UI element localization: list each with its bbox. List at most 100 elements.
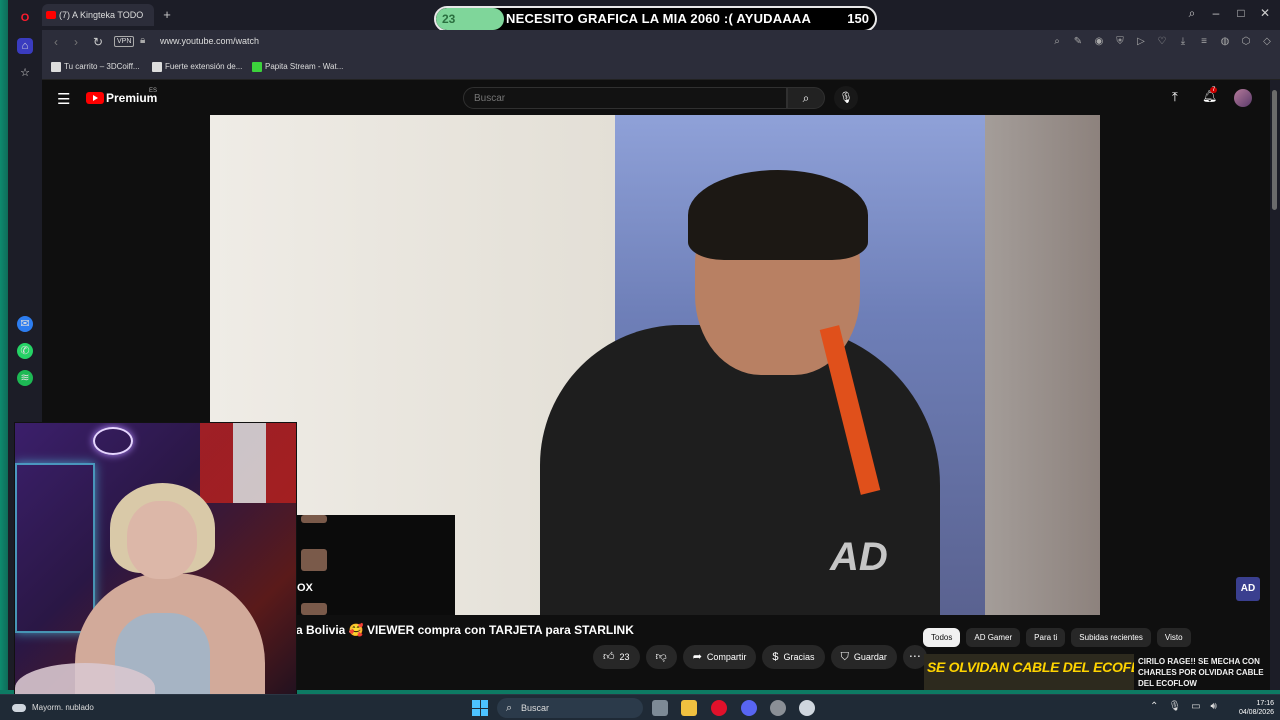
edit-icon[interactable]: ✎ [1071, 34, 1085, 50]
url-field[interactable]: www.youtube.com/watch [160, 36, 259, 46]
taskbar-search[interactable]: Buscar [497, 698, 643, 718]
settings-icon[interactable] [799, 700, 815, 716]
avatar[interactable] [1234, 89, 1252, 107]
camera-icon[interactable]: ◉ [1092, 34, 1106, 50]
video-watermark: AD [830, 535, 888, 579]
filter-for-you[interactable]: Para ti [1026, 628, 1066, 647]
goal-total: 150 [847, 11, 869, 26]
mic-tray-icon[interactable]: 🎙︎ [1168, 701, 1181, 712]
discord-icon[interactable] [741, 700, 757, 716]
recommendation-filters: Todos AD Gamer Para ti Subidas recientes… [923, 628, 1191, 647]
video-actions: 👍︎ 23 👎︎ ➦ Compartir $ Gracias ⛉ Guardar ⋯ [593, 645, 927, 669]
share-icon: ➦ [692, 651, 702, 663]
tab-youtube[interactable]: (7) A Kingteka TODO [42, 4, 154, 26]
lock-icon[interactable]: 🔒︎ [140, 35, 145, 46]
opera-logo-icon[interactable]: O [17, 10, 33, 26]
clock-date: 04/08/2026 [1238, 709, 1274, 716]
cam-neon-sign [93, 427, 133, 455]
scrollbar-thumb[interactable] [1272, 90, 1277, 210]
windows-start-icon[interactable] [472, 700, 488, 716]
filter-watched[interactable]: Visto [1156, 628, 1191, 647]
search-tabs-icon[interactable]: ⌕ [1183, 6, 1201, 21]
video-wall-right [985, 115, 1100, 615]
address-bar: ‹ › ↻ VPN 🔒︎ www.youtube.com/watch ⌕ ✎ ◉… [42, 30, 1280, 56]
video-title: a Bolivia 🥰 VIEWER compra con TARJETA pa… [296, 623, 634, 637]
chevron-up-icon[interactable]: ⌃ [1150, 701, 1158, 712]
reload-icon[interactable]: ↻ [90, 35, 106, 49]
filter-all[interactable]: Todos [923, 628, 961, 647]
filter-ad-gamer[interactable]: AD Gamer [966, 628, 1021, 647]
network-icon[interactable]: ▭ [1191, 701, 1200, 712]
new-tab-button[interactable]: + [160, 8, 174, 22]
microphone-icon[interactable]: 🎙︎ [834, 86, 858, 110]
thanks-button[interactable]: $ Gracias [762, 645, 825, 669]
minimize-button[interactable]: – [1207, 6, 1225, 20]
file-explorer-icon[interactable] [681, 700, 697, 716]
youtube-logo-icon[interactable] [86, 92, 104, 104]
page-scrollbar[interactable] [1270, 80, 1280, 690]
download-icon[interactable]: ⤓ [1176, 34, 1190, 50]
channel-corner-logo[interactable]: AD [1236, 577, 1260, 601]
shield-icon[interactable]: ⛨ [1113, 34, 1127, 50]
vpn-badge[interactable]: VPN [114, 36, 135, 47]
youtube-header: ☰ Premium ES ⌕ 🎙︎ ⤒ 🔔︎ 7 [42, 80, 1270, 115]
save-button[interactable]: ⛉ Guardar [830, 645, 897, 669]
chat-emote [301, 515, 327, 523]
search-button[interactable]: ⌕ [787, 87, 825, 109]
ai-icon[interactable]: ◇ [1260, 34, 1274, 50]
taskbar: Mayorm. nublado Buscar ⌃ 🎙︎ ▭ 🔊︎ 17:16 0… [0, 694, 1280, 720]
stream-chat-overlay: OX [297, 515, 455, 615]
bookmark-label: Tu carrito – 3DCoiff... [64, 62, 140, 71]
extensions-icon[interactable]: ⬡ [1239, 34, 1253, 50]
like-button[interactable]: 👍︎ 23 [593, 645, 640, 669]
home-icon[interactable]: ⌂ [17, 38, 33, 54]
bookmark-favicon-icon [51, 62, 61, 72]
recommendation-title[interactable]: CIRILO RAGE!! SE MECHA CON CHARLES POR O… [1138, 656, 1268, 689]
dislike-button[interactable]: 👎︎ [645, 645, 677, 669]
bookmark-item[interactable]: Papita Stream - Wat... [252, 62, 343, 72]
clock-time: 17:16 [1256, 700, 1274, 707]
search-input[interactable] [464, 88, 786, 109]
star-icon[interactable]: ☆ [17, 65, 33, 81]
system-tray: ⌃ 🎙︎ ▭ 🔊︎ [1150, 701, 1217, 712]
address-bar-tools: ⌕ ✎ ◉ ⛨ ▷ ♡ ⤓ ≡ ◍ ⬡ ◇ [1050, 34, 1274, 50]
goal-message: NECESITO GRAFICA LA MIA 2060 :( AYUDAAAA [506, 11, 812, 26]
play-icon[interactable]: ▷ [1134, 34, 1148, 50]
hamburger-menu-icon[interactable]: ☰ [57, 90, 70, 108]
close-button[interactable]: ✕ [1256, 6, 1274, 20]
cam-person-face [127, 501, 197, 579]
app-icon[interactable] [770, 700, 786, 716]
super-thanks-icon: $ [772, 651, 779, 663]
zoom-icon[interactable]: ⌕ [1050, 34, 1064, 50]
chat-emote [301, 549, 327, 571]
volume-icon[interactable]: 🔊︎ [1211, 701, 1217, 712]
region-code: ES [149, 88, 158, 94]
messenger-icon[interactable]: ✉ [17, 316, 33, 332]
goal-current: 23 [442, 12, 456, 26]
bookmark-item[interactable]: Fuerte extensión de... [152, 62, 242, 72]
back-icon[interactable]: ‹ [48, 35, 64, 49]
task-view-icon[interactable] [652, 700, 668, 716]
maximize-button[interactable]: □ [1232, 6, 1250, 20]
spotify-icon[interactable]: ≋ [17, 370, 33, 386]
thumbnail-text: SE OLVIDAN CABLE DEL ECOFLOW [927, 659, 1134, 675]
chat-message: OX [297, 582, 313, 594]
heart-icon[interactable]: ♡ [1155, 34, 1169, 50]
filter-recent[interactable]: Subidas recientes [1071, 628, 1151, 647]
bookmark-item[interactable]: Tu carrito – 3DCoiff... [51, 62, 140, 72]
like-count: 23 [619, 652, 630, 662]
screen: O ⌂ ☆ ✉ ✆ ≋ (7) A Kingteka TODO + ⌕ – □ … [0, 0, 1280, 720]
bookmarks-bar: Tu carrito – 3DCoiff... Fuerte extensión… [42, 56, 1280, 80]
upload-icon[interactable]: ⤒ [1172, 89, 1178, 105]
clock[interactable]: 17:16 04/08/2026 [1230, 699, 1274, 717]
whatsapp-icon[interactable]: ✆ [17, 343, 33, 359]
bookmark-icon: ⛉ [840, 651, 849, 663]
opera-gx-icon[interactable] [711, 700, 727, 716]
menu-icon[interactable]: ≡ [1197, 34, 1211, 50]
donation-goal-alert: 23 NECESITO GRAFICA LA MIA 2060 :( AYUDA… [434, 6, 877, 32]
weather-widget[interactable]: Mayorm. nublado [12, 703, 94, 712]
forward-icon[interactable]: › [68, 35, 84, 49]
recommendation-thumbnail[interactable]: SE OLVIDAN CABLE DEL ECOFLOW [924, 654, 1134, 690]
share-button[interactable]: ➦ Compartir [682, 645, 757, 669]
profile-icon[interactable]: ◍ [1218, 34, 1232, 50]
